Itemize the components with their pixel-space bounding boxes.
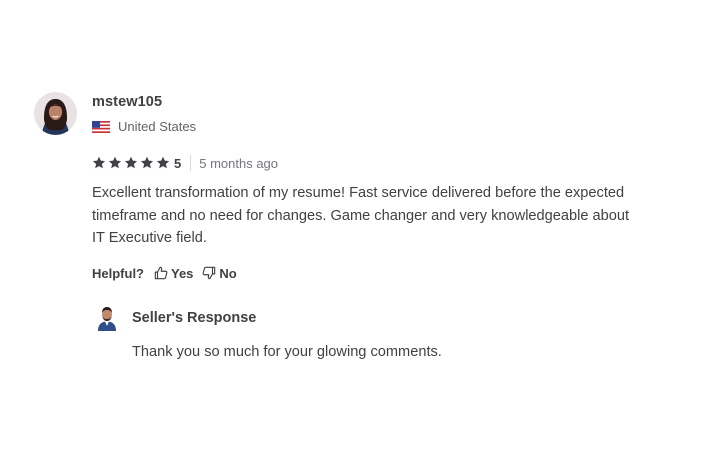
review-page: mstew105 United States 5 5 months ago Ex…: [0, 0, 708, 457]
helpful-label: Helpful?: [92, 265, 144, 281]
country: United States: [92, 119, 196, 134]
helpful-no-label: No: [219, 265, 237, 281]
seller-response-text: Thank you so much for your glowing comme…: [132, 343, 442, 360]
helpful-yes-label: Yes: [171, 265, 194, 281]
user-info: mstew105 United States: [92, 92, 196, 134]
helpful-no-button[interactable]: No: [202, 265, 237, 281]
rating-value: 5: [174, 155, 182, 171]
thumbs-up-icon: [154, 266, 168, 280]
helpful-row: Helpful? Yes No: [92, 266, 674, 281]
helpful-yes-button[interactable]: Yes: [154, 266, 193, 281]
avatar[interactable]: [34, 92, 77, 135]
divider: [190, 155, 192, 171]
thumbs-down-icon: [203, 266, 216, 280]
star-icon: [140, 156, 154, 169]
review-date: 5 months ago: [199, 155, 279, 171]
review-text: Excellent transformation of my resume! F…: [92, 185, 630, 246]
us-flag-icon: [92, 120, 110, 133]
star-icon: [124, 156, 138, 169]
star-icon: [92, 156, 106, 169]
avatar-image: [34, 92, 77, 135]
star-icon: [156, 156, 170, 169]
seller-avatar: [98, 306, 116, 331]
star-rating: [92, 156, 172, 170]
review-header: mstew105 United States: [34, 92, 674, 135]
seller-response-header: Seller's Response: [96, 305, 674, 331]
username[interactable]: mstew105: [92, 94, 196, 110]
country-name: United States: [118, 119, 197, 134]
seller-response: Seller's Response Thank you so much for …: [96, 305, 674, 360]
rating-row: 5 5 months ago: [92, 155, 674, 171]
star-icon: [108, 156, 122, 169]
review-card: mstew105 United States 5 5 months ago Ex…: [34, 92, 674, 360]
seller-response-title: Seller's Response: [132, 309, 257, 326]
